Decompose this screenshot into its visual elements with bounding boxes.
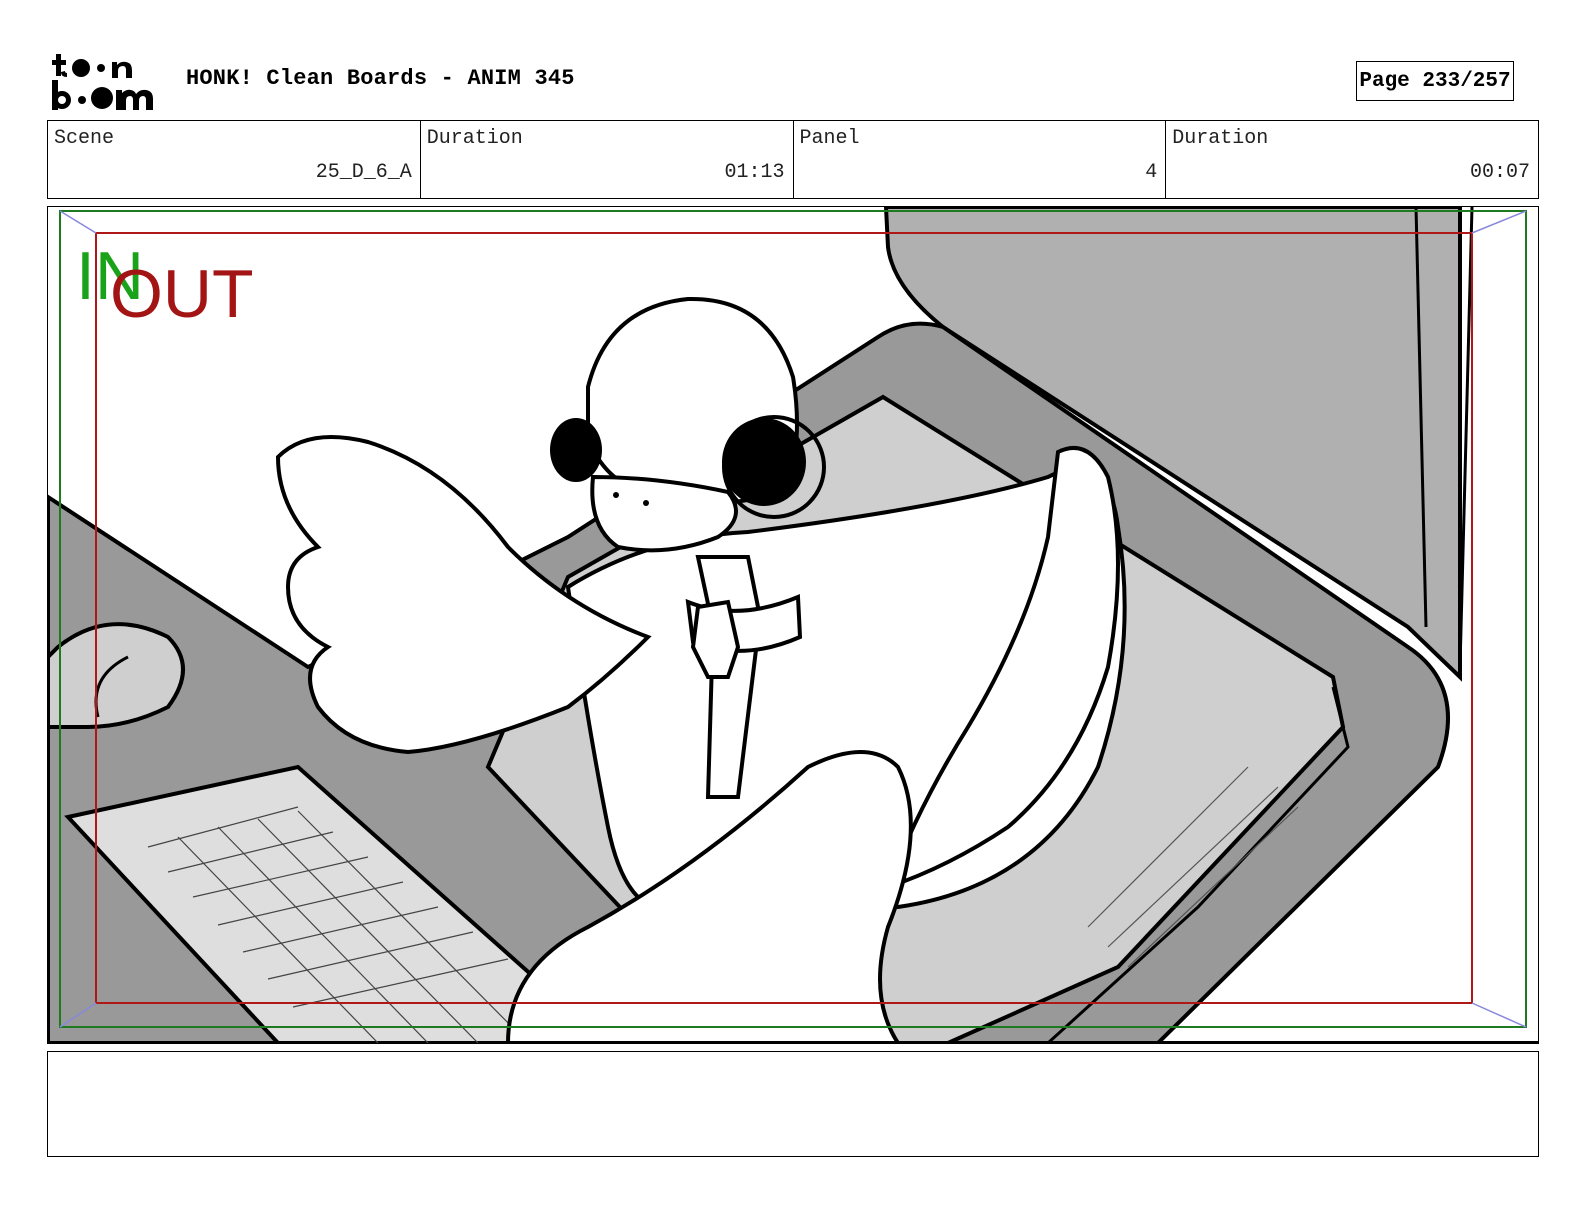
panel-cell: Panel 4: [794, 121, 1167, 198]
storyboard-panel: IN OUT: [47, 206, 1539, 1044]
scene-duration-value: 01:13: [724, 161, 785, 184]
scene-value: 25_D_6_A: [315, 161, 412, 184]
panel-duration-cell: Duration 00:07: [1166, 121, 1538, 198]
panel-notes-box[interactable]: [47, 1051, 1539, 1157]
toon-boom-logo: [52, 52, 164, 112]
goose-right-eye: [722, 418, 806, 506]
document-title: HONK! Clean Boards - ANIM 345: [186, 66, 575, 91]
goose-left-eye: [550, 418, 602, 482]
scene-info-table: Scene 25_D_6_A Duration 01:13 Panel 4 Du…: [47, 120, 1539, 199]
page-indicator: Page 233/257: [1356, 61, 1514, 101]
scene-label: Scene: [54, 127, 115, 150]
scene-cell: Scene 25_D_6_A: [48, 121, 421, 198]
storyboard-drawing: IN OUT: [48, 207, 1538, 1043]
panel-duration-value: 00:07: [1469, 161, 1530, 184]
panel-label: Panel: [799, 127, 860, 150]
mouse-shape: [48, 622, 185, 729]
goose-beak: [590, 474, 738, 553]
scene-duration-cell: Duration 01:13: [421, 121, 794, 198]
scene-duration-label: Duration: [426, 127, 523, 150]
panel-value: 4: [1145, 161, 1158, 184]
toon-boom-logo-icon: [52, 54, 153, 110]
panel-duration-label: Duration: [1172, 127, 1269, 150]
out-marker-label: OUT: [110, 256, 254, 332]
